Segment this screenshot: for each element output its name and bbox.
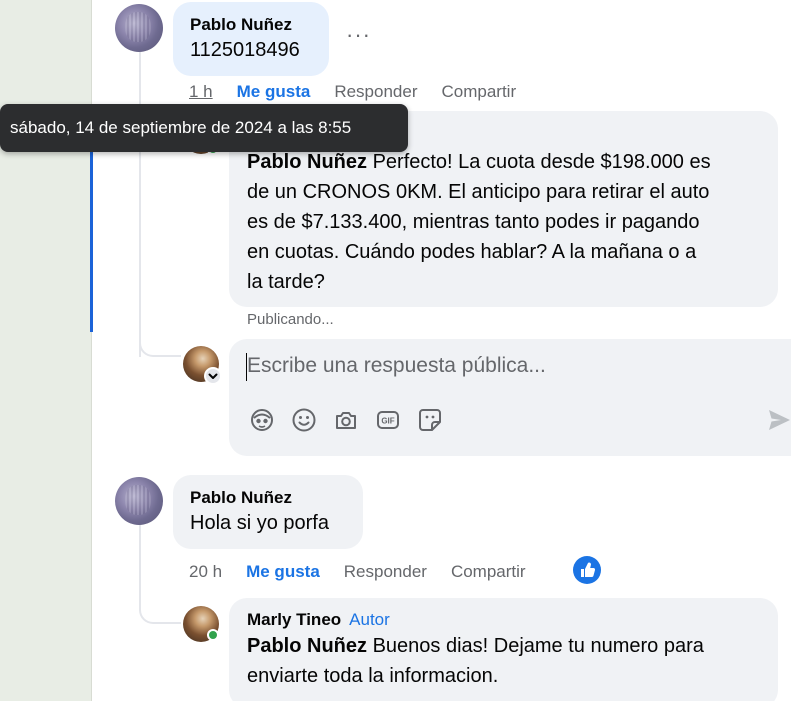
emoji-icon[interactable] [291,407,317,433]
comment-author[interactable]: Pablo Nuñez [190,487,346,509]
chevron-down-icon[interactable] [204,367,222,385]
camera-icon[interactable] [333,407,359,433]
reply-text: Pablo Nuñez Buenos dias! Dejame tu numer… [247,631,760,691]
mention-link[interactable]: Pablo Nuñez [247,635,367,657]
reply-bubble: Marly Tineo Autor Pablo Nuñez Buenos dias… [229,598,778,701]
thread-line [139,52,141,357]
avatar[interactable] [115,4,163,52]
reply-author[interactable]: Marly Tineo [247,610,341,629]
reply-text-line: Perfecto! La cuota desde $198.000 es [367,151,711,173]
reply-button[interactable]: Responder [344,562,427,582]
reply-text-line: de un CRONOS 0KM. El anticipo para retir… [247,181,710,203]
reply-text-line: Buenos dias! Dejame tu numero para [367,635,704,657]
like-button[interactable]: Me gusta [237,82,311,102]
comment-timestamp[interactable]: 1 h [189,82,213,102]
send-icon[interactable] [766,407,791,433]
reply-button[interactable]: Responder [334,82,417,102]
share-button[interactable]: Compartir [442,82,517,102]
reply-input-box[interactable]: Escribe una respuesta pública... GIF [229,339,791,456]
reply-author-row: Marly Tineo Autor [247,609,760,631]
comment-text: 1125018496 [190,39,300,61]
share-button[interactable]: Compartir [451,562,526,582]
gif-icon[interactable]: GIF [375,407,401,433]
comment-bubble: Pablo Nuñez 1125018496 [173,2,329,76]
thread-branch [139,602,181,624]
reply-text: Pablo Nuñez Perfecto! La cuota desde $19… [247,147,760,297]
more-options-button[interactable]: ··· [346,22,371,48]
thread-line [139,524,141,602]
comment-author[interactable]: Pablo Nuñez [190,14,312,36]
avatar-sticker-icon[interactable] [249,407,275,433]
sticker-icon[interactable] [417,407,443,433]
like-icon[interactable] [573,556,601,584]
author-badge: Autor [349,610,390,629]
comment-timestamp[interactable]: 20 h [189,562,222,582]
reply-text-line: en cuotas. Cuándo podes hablar? A la mañ… [247,241,697,263]
online-status-icon [207,629,219,641]
comment-text: Hola si yo porfa [190,512,329,534]
like-button[interactable]: Me gusta [246,562,320,582]
mention-link[interactable]: Pablo Nuñez [247,151,367,173]
reply-input[interactable]: Escribe una respuesta pública... [247,354,546,378]
svg-text:GIF: GIF [381,417,394,426]
reply-text-line: enviarte toda la informacion. [247,665,499,687]
posting-status: Publicando... [247,311,334,328]
comment-bubble: Pablo Nuñez Hola si yo porfa [173,475,363,549]
comment-actions: 1 h Me gusta Responder Compartir [189,82,540,102]
reply-text-line: la tarde? [247,271,325,293]
comment-actions: 20 h Me gusta Responder Compartir [189,562,550,582]
avatar[interactable] [115,477,163,525]
reply-text-line: es de $7.133.400, mientras tanto podes i… [247,211,700,233]
timestamp-tooltip: sábado, 14 de septiembre de 2024 a las 8… [0,104,408,152]
thread-branch [139,340,181,357]
